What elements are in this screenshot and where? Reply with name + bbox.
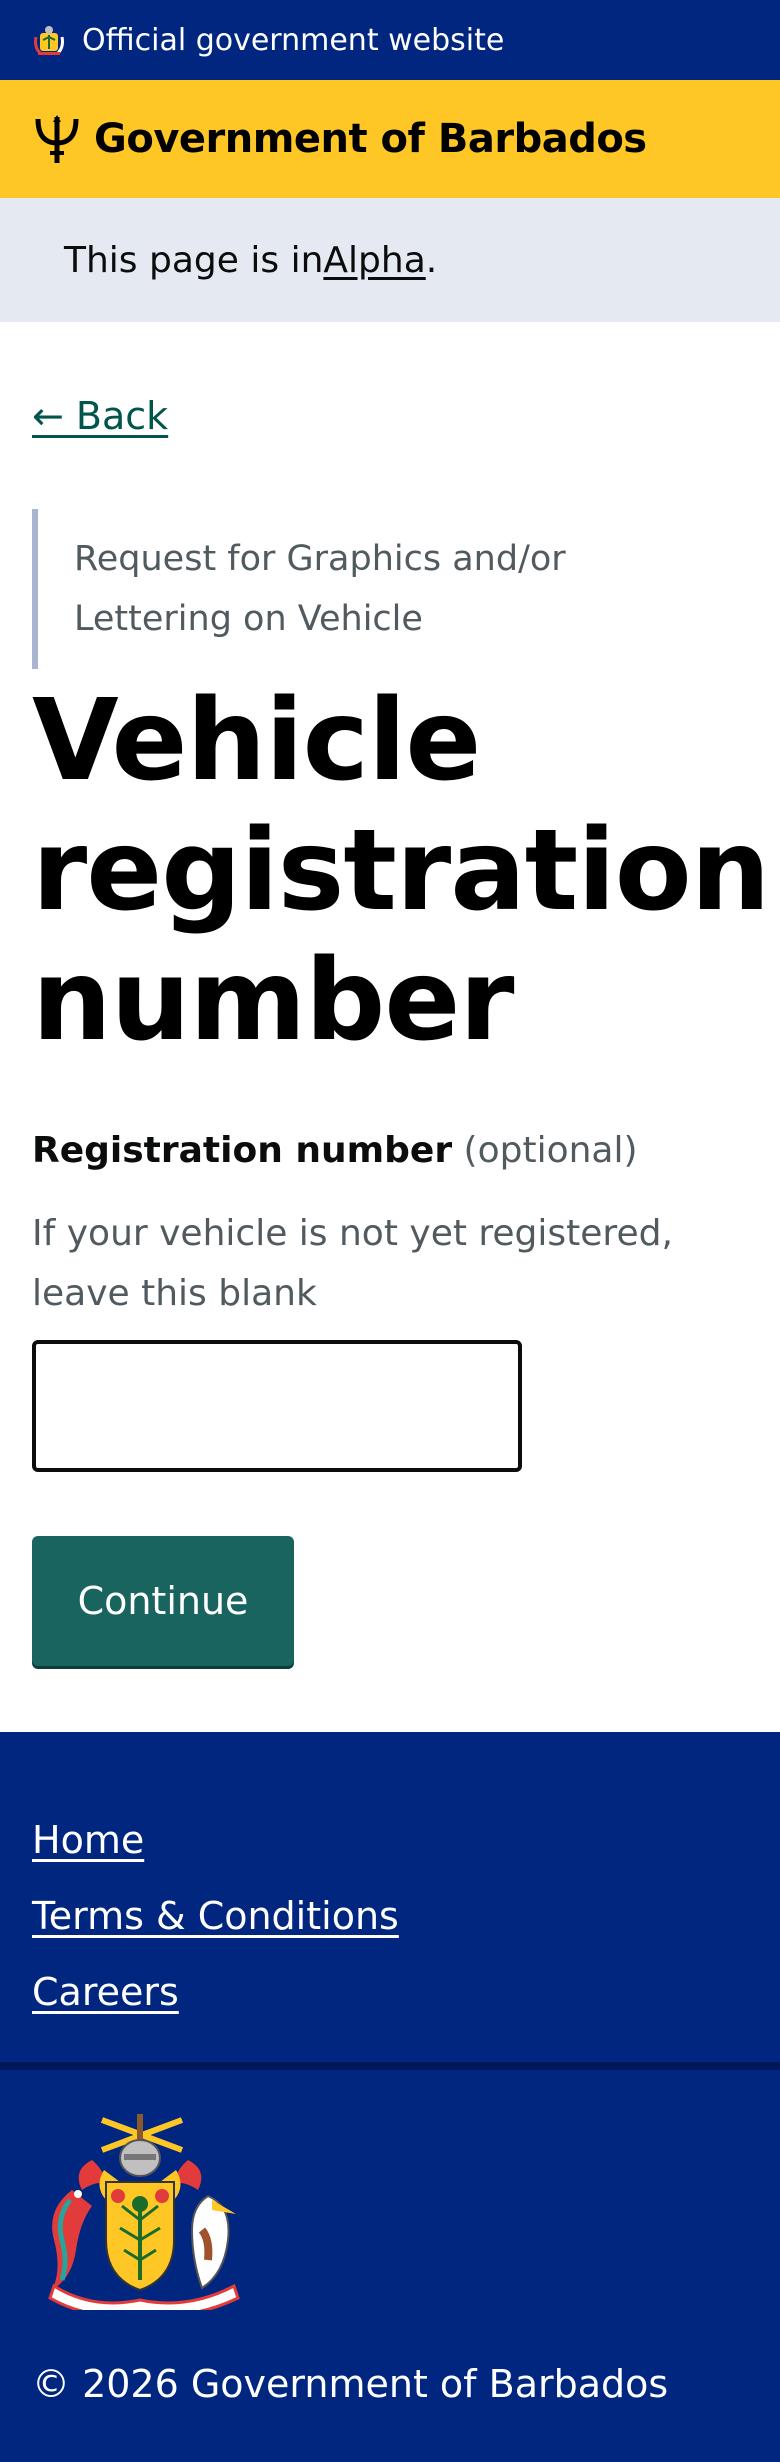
site-header: Government of Barbados: [0, 80, 780, 198]
optional-text: (optional): [463, 1130, 638, 1171]
form-caption: Request for Graphics and/or Lettering on…: [32, 509, 672, 669]
footer-link-home[interactable]: Home: [32, 1802, 748, 1878]
back-link[interactable]: ← Back: [32, 394, 168, 438]
coat-of-arms-icon: [34, 26, 64, 55]
phase-banner: This page is in Alpha.: [0, 198, 780, 322]
phase-banner-suffix: .: [425, 239, 438, 281]
phase-banner-prefix: This page is in: [64, 239, 324, 281]
footer-links: Home Terms & Conditions Careers: [0, 1732, 780, 2070]
continue-button[interactable]: Continue: [32, 1536, 294, 1666]
site-brand-link[interactable]: Government of Barbados: [94, 116, 647, 162]
copyright-text: © 2026 Government of Barbados: [32, 2362, 669, 2406]
trident-icon: [35, 115, 79, 163]
footer-link-terms[interactable]: Terms & Conditions: [32, 1878, 748, 1954]
registration-number-label: Registration number (optional): [32, 1130, 638, 1171]
registration-number-hint: If your vehicle is not yet registered, l…: [32, 1213, 673, 1314]
phase-link[interactable]: Alpha: [323, 240, 425, 281]
official-banner: Official government website: [0, 0, 780, 80]
label-text: Registration number: [32, 1130, 453, 1171]
page-title: Vehicle registration number: [32, 676, 770, 1066]
coat-of-arms-logo: [48, 2114, 240, 2310]
site-footer: Home Terms & Conditions Careers © 2026 G…: [0, 1732, 780, 2462]
registration-number-input[interactable]: [32, 1340, 522, 1472]
official-banner-text: Official government website: [82, 22, 505, 58]
footer-link-careers[interactable]: Careers: [32, 1954, 748, 2030]
